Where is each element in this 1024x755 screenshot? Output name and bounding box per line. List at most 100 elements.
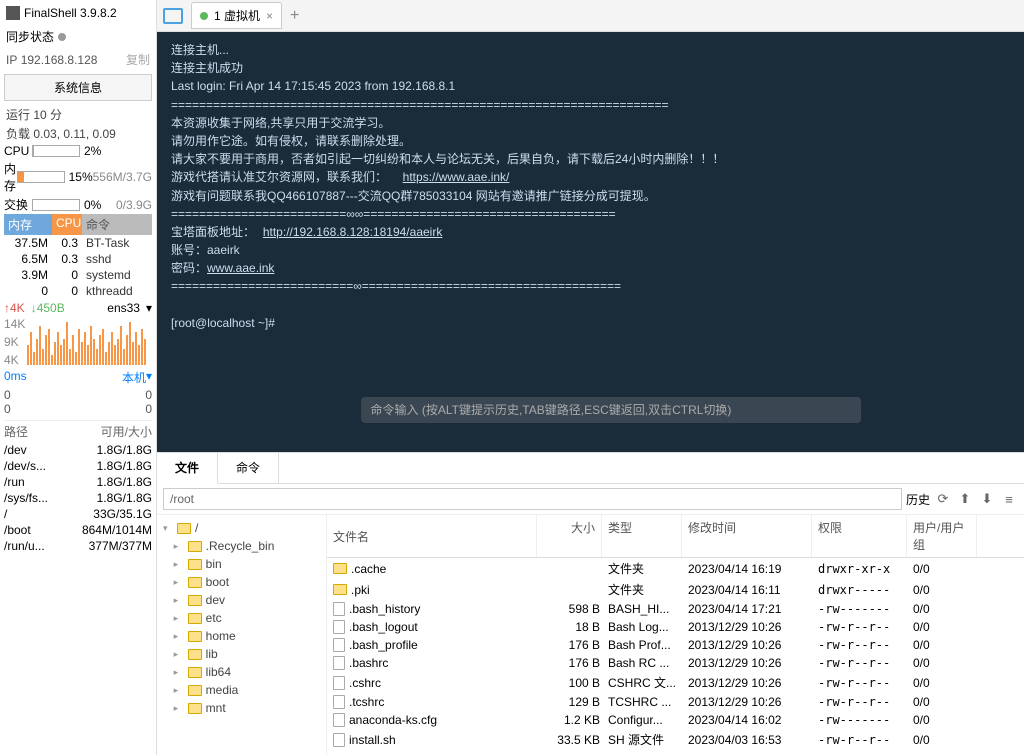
process-row[interactable]: 00kthreadd [4, 283, 152, 299]
upload-icon: ↑4K [4, 301, 25, 315]
file-explorer: ▾/ ▸.Recycle_bin ▸bin ▸boot ▸dev ▸etc ▸h… [157, 515, 1024, 755]
aae-link[interactable]: https://www.aae.ink/ [403, 170, 510, 184]
process-row[interactable]: 3.9M0systemd [4, 267, 152, 283]
folder-icon [188, 685, 202, 696]
chevron-down-icon[interactable]: ▾ [146, 301, 152, 315]
folder-icon [333, 584, 347, 595]
file-icon [333, 713, 345, 727]
history-button[interactable]: 历史 [906, 491, 930, 508]
file-row[interactable]: .cshrc100 BCSHRC 文...2013/12/29 10:26-rw… [327, 672, 1024, 693]
tree-item[interactable]: ▸boot [163, 573, 320, 591]
status-dot-icon [200, 12, 208, 20]
menu-icon[interactable]: ≡ [1000, 490, 1018, 508]
folder-icon [188, 595, 202, 606]
process-header: 内存 CPU 命令 [4, 214, 152, 235]
command-input[interactable] [361, 397, 861, 423]
terminal-prompt: [root@localhost ~]# [171, 316, 275, 330]
disk-row[interactable]: /boot864M/1014M [4, 522, 152, 538]
disk-row[interactable]: /sys/fs...1.8G/1.8G [4, 490, 152, 506]
close-icon[interactable]: × [266, 9, 273, 23]
folder-icon [188, 703, 202, 714]
tree-item[interactable]: ▸mnt [163, 699, 320, 717]
status-dot-icon [58, 33, 66, 41]
disk-list: /dev1.8G/1.8G/dev/s...1.8G/1.8G/run1.8G/… [4, 442, 152, 554]
path-input[interactable] [163, 488, 902, 510]
tree-item[interactable]: ▸dev [163, 591, 320, 609]
mem-bar [17, 171, 65, 183]
tab-commands[interactable]: 命令 [218, 453, 279, 483]
folder-icon [177, 523, 191, 534]
file-icon [333, 602, 345, 616]
left-sidebar: FinalShell 3.9.8.2 同步状态 IP 192.168.8.128… [0, 0, 157, 755]
runtime-text: 运行 10 分 [4, 105, 152, 124]
path-bar: 历史 ⟳ ⬆ ⬇ ≡ [157, 484, 1024, 515]
disk-row[interactable]: /dev1.8G/1.8G [4, 442, 152, 458]
file-icon [333, 656, 345, 670]
session-tab[interactable]: 1 虚拟机 × [191, 2, 282, 29]
file-icon [333, 638, 345, 652]
app-logo-icon [6, 6, 20, 20]
refresh-icon[interactable]: ⟳ [934, 490, 952, 508]
right-panel: 1 虚拟机 × + 连接主机... 连接主机成功 Last login: Fri… [157, 0, 1024, 755]
file-row[interactable]: anaconda-ks.cfg1.2 KBConfigur...2023/04/… [327, 711, 1024, 729]
folder-tree[interactable]: ▾/ ▸.Recycle_bin ▸bin ▸boot ▸dev ▸etc ▸h… [157, 515, 327, 755]
sync-status: 同步状态 [4, 24, 152, 49]
file-row[interactable]: .cache文件夹2023/04/14 16:19drwxr-xr-x0/0 [327, 558, 1024, 579]
bottom-tabs: 文件 命令 [157, 453, 1024, 484]
process-row[interactable]: 6.5M0.3sshd [4, 251, 152, 267]
file-row[interactable]: .bashrc176 BBash RC ...2013/12/29 10:26-… [327, 654, 1024, 672]
disk-row[interactable]: /dev/s...1.8G/1.8G [4, 458, 152, 474]
app-title-bar: FinalShell 3.9.8.2 [4, 2, 152, 24]
tree-item[interactable]: ▸etc [163, 609, 320, 627]
tree-item[interactable]: ▸home [163, 627, 320, 645]
folder-icon [188, 613, 202, 624]
network-row: ↑4K ↓450B ens33 ▾ [4, 299, 152, 317]
terminal[interactable]: 连接主机... 连接主机成功 Last login: Fri Apr 14 17… [157, 32, 1024, 452]
upload-icon[interactable]: ⬆ [956, 490, 974, 508]
file-list: 文件名 大小 类型 修改时间 权限 用户/用户组 .cache文件夹2023/0… [327, 515, 1024, 755]
mem-row: 内存 15% 556M/3.7G [4, 159, 152, 195]
chevron-down-icon[interactable]: ▾ [146, 369, 152, 386]
swap-row: 交换 0% 0/3.9G [4, 195, 152, 214]
file-icon [333, 695, 345, 709]
disk-row[interactable]: /33G/35.1G [4, 506, 152, 522]
file-icon [333, 676, 345, 690]
folder-icon [333, 563, 347, 574]
file-icon [333, 620, 345, 634]
copy-button[interactable]: 复制 [126, 51, 150, 68]
tree-item[interactable]: ▸media [163, 681, 320, 699]
process-list: 37.5M0.3BT-Task6.5M0.3sshd3.9M0systemd00… [4, 235, 152, 299]
bt-panel-link[interactable]: http://192.168.8.128:18194/aaeirk [263, 225, 442, 239]
folder-icon [188, 577, 202, 588]
folder-icon [188, 631, 202, 642]
folder-icon [188, 667, 202, 678]
swap-bar [32, 199, 80, 211]
file-list-header: 文件名 大小 类型 修改时间 权限 用户/用户组 [327, 515, 1024, 558]
cpu-bar [32, 145, 80, 157]
file-icon [333, 733, 345, 747]
folder-icon [188, 559, 202, 570]
disk-row[interactable]: /run1.8G/1.8G [4, 474, 152, 490]
tree-item[interactable]: ▸.Recycle_bin [163, 537, 320, 555]
tab-files[interactable]: 文件 [157, 453, 218, 484]
process-row[interactable]: 37.5M0.3BT-Task [4, 235, 152, 251]
open-folder-icon[interactable] [163, 8, 183, 24]
bottom-pane: 文件 命令 历史 ⟳ ⬆ ⬇ ≡ ▾/ ▸.Recycle_bin ▸bin ▸… [157, 452, 1024, 755]
tree-item[interactable]: ▸bin [163, 555, 320, 573]
add-tab-button[interactable]: + [290, 7, 299, 25]
disk-row[interactable]: /run/u...377M/377M [4, 538, 152, 554]
file-row[interactable]: .bash_profile176 BBash Prof...2013/12/29… [327, 636, 1024, 654]
network-chart [27, 317, 152, 367]
tree-item[interactable]: ▸lib64 [163, 663, 320, 681]
file-row[interactable]: .bash_history598 BBASH_HI...2023/04/14 1… [327, 600, 1024, 618]
system-info-button[interactable]: 系统信息 [4, 74, 152, 101]
tree-item[interactable]: ▸lib [163, 645, 320, 663]
file-row[interactable]: .bash_logout18 BBash Log...2013/12/29 10… [327, 618, 1024, 636]
tab-strip: 1 虚拟机 × + [157, 0, 1024, 32]
file-row[interactable]: install.sh33.5 KBSH 源文件2023/04/03 16:53-… [327, 729, 1024, 750]
tree-item[interactable]: ▾/ [163, 519, 320, 537]
file-row[interactable]: .tcshrc129 BTCSHRC ...2013/12/29 10:26-r… [327, 693, 1024, 711]
latency-row: 0ms 本机 ▾ [4, 367, 152, 388]
file-row[interactable]: .pki文件夹2023/04/14 16:11drwxr-----0/0 [327, 579, 1024, 600]
download-icon[interactable]: ⬇ [978, 490, 996, 508]
